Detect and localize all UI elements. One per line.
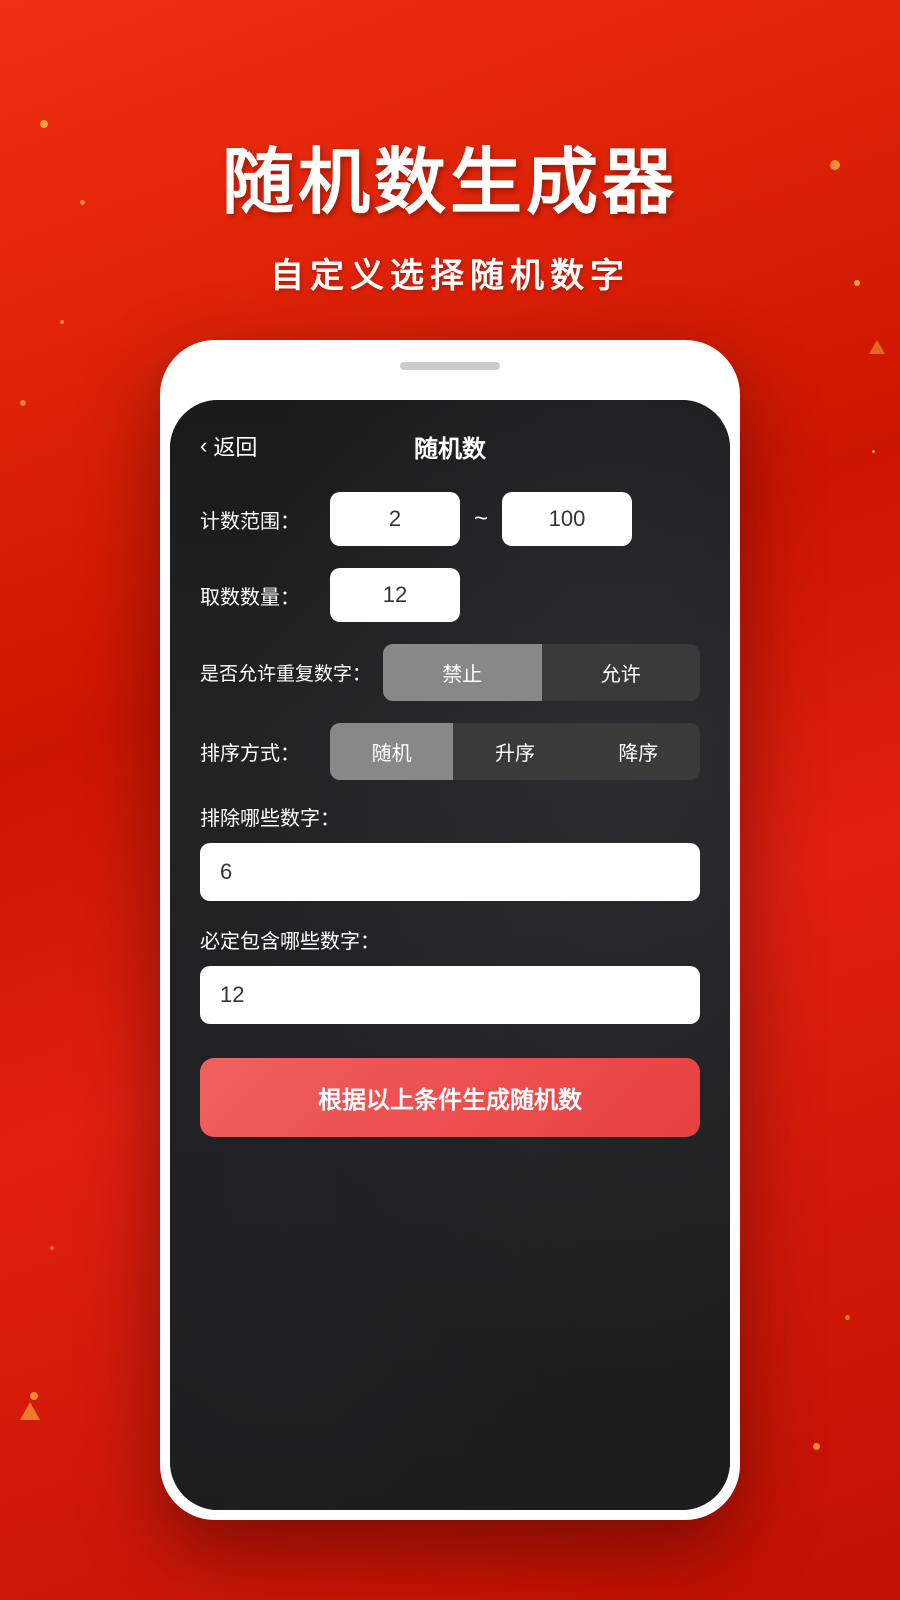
sort-toggle-group: 随机 升序 降序 [330, 723, 700, 780]
chevron-left-icon: ‹ [200, 433, 207, 459]
duplicate-label: 是否允许重复数字： [200, 659, 371, 686]
include-label: 必定包含哪些数字： [200, 925, 700, 954]
duplicate-allow-button[interactable]: 允许 [542, 644, 700, 701]
app-content: ‹ 返回 随机数 计数范围： ~ 取数数 [170, 400, 730, 1510]
back-label: 返回 [213, 430, 257, 462]
range-separator: ~ [474, 505, 488, 533]
form-section: 计数范围： ~ 取数数量： 是否允许重复数字： 禁止 [170, 482, 730, 1147]
count-input[interactable] [330, 568, 460, 622]
range-row: 计数范围： ~ [200, 492, 700, 546]
particle [30, 1392, 38, 1400]
page-title: 随机数 [414, 429, 486, 464]
app-subtitle: 自定义选择随机数字 [270, 248, 630, 297]
phone-screen: ‹ 返回 随机数 计数范围： ~ 取数数 [170, 400, 730, 1510]
particle [813, 1443, 820, 1450]
phone-notch [400, 362, 500, 370]
range-min-input[interactable] [330, 492, 460, 546]
particle [872, 450, 875, 453]
include-section: 必定包含哪些数字： [200, 925, 700, 1024]
sort-random-button[interactable]: 随机 [330, 723, 453, 780]
count-row: 取数数量： [200, 568, 700, 622]
exclude-section: 排除哪些数字： [200, 802, 700, 901]
nav-bar: ‹ 返回 随机数 [170, 400, 730, 482]
count-label: 取数数量： [200, 581, 330, 610]
generate-button[interactable]: 根据以上条件生成随机数 [200, 1058, 700, 1137]
triangle-decoration [20, 1402, 40, 1420]
sort-desc-button[interactable]: 降序 [577, 723, 700, 780]
range-max-input[interactable] [502, 492, 632, 546]
phone-mockup: ‹ 返回 随机数 计数范围： ~ 取数数 [160, 340, 740, 1520]
background: 随机数生成器 自定义选择随机数字 ‹ 返回 随机数 计数范围： [0, 0, 900, 1600]
range-label: 计数范围： [200, 505, 330, 534]
duplicate-toggle-group: 禁止 允许 [383, 644, 700, 701]
sort-label: 排序方式： [200, 737, 330, 766]
particle [845, 1315, 850, 1320]
duplicate-ban-button[interactable]: 禁止 [383, 644, 542, 701]
exclude-label: 排除哪些数字： [200, 802, 700, 831]
back-button[interactable]: ‹ 返回 [200, 430, 257, 462]
sort-row: 排序方式： 随机 升序 降序 [200, 723, 700, 780]
include-input[interactable] [200, 966, 700, 1024]
app-title: 随机数生成器 [222, 123, 678, 228]
exclude-input[interactable] [200, 843, 700, 901]
particle [50, 1246, 54, 1250]
duplicate-row: 是否允许重复数字： 禁止 允许 [200, 644, 700, 701]
sort-asc-button[interactable]: 升序 [453, 723, 576, 780]
